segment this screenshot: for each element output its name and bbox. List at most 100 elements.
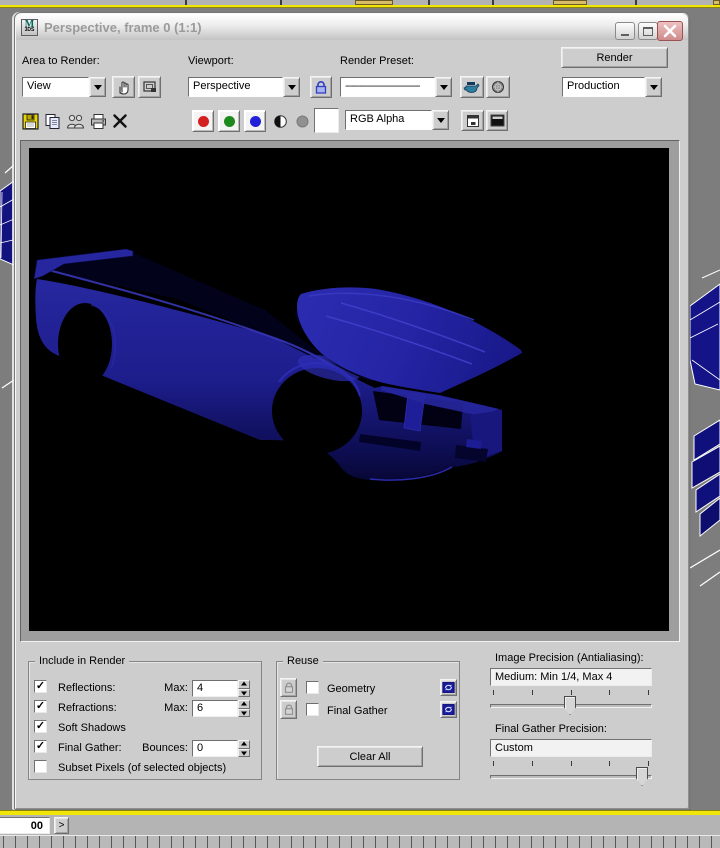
blue-channel-button[interactable] <box>244 110 266 132</box>
reflections-checkbox[interactable]: ✓ <box>34 680 47 693</box>
viewport-select[interactable]: Perspective <box>188 77 300 97</box>
yellow-divider-top <box>0 5 720 8</box>
refractions-label: Refractions: <box>58 702 117 714</box>
screen-icon <box>490 114 504 127</box>
dropdown-arrow-icon[interactable] <box>89 77 106 97</box>
final-gather-bounces-label: Bounces: <box>142 742 188 754</box>
padlock-gray-icon <box>284 704 293 715</box>
time-slider-strip <box>0 815 720 835</box>
print-image-button[interactable] <box>88 111 108 131</box>
refractions-max-label: Max: <box>164 702 188 714</box>
maximize-button[interactable] <box>638 22 658 40</box>
render-mode-value: Production <box>562 77 645 97</box>
3ds-max-icon-3ds: 3DS <box>24 26 35 33</box>
window-titlebar[interactable]: M 3DS Perspective, frame 0 (1:1) <box>16 14 688 40</box>
dropdown-arrow-icon[interactable] <box>283 77 300 97</box>
dropdown-arrow-icon[interactable] <box>432 110 449 130</box>
toggle-ui-overlays-button[interactable] <box>461 110 484 131</box>
red-channel-icon <box>197 115 209 127</box>
edit-region-button[interactable] <box>138 76 161 98</box>
environment-dialog-button[interactable] <box>486 76 510 98</box>
monochrome-channel-button[interactable] <box>271 112 289 130</box>
close-icon <box>663 24 677 38</box>
floppy-disk-icon <box>21 112 39 130</box>
window-overlay-icon <box>466 114 479 127</box>
geometry-lock-button[interactable] <box>280 678 297 697</box>
fg-precision-slider-track[interactable] <box>490 775 652 779</box>
geometry-import-button[interactable] <box>440 679 457 696</box>
fg-precision-readout: Custom <box>490 739 652 757</box>
pan-region-button[interactable] <box>112 76 135 98</box>
red-channel-button[interactable] <box>192 110 214 132</box>
area-to-render-value: View <box>22 77 89 97</box>
maximize-icon <box>643 27 653 36</box>
soft-shadows-checkbox[interactable]: ✓ <box>34 720 47 733</box>
final-gather-bounces-field[interactable]: 0 <box>192 740 238 757</box>
refractions-max-spinner: 6 <box>192 700 250 717</box>
subset-pixels-label: Subset Pixels (of selected objects) <box>58 762 227 774</box>
alpha-channel-button[interactable] <box>293 112 311 130</box>
clone-rfw-button[interactable] <box>64 111 86 131</box>
blue-refresh-folder-icon <box>442 704 455 715</box>
rendered-image[interactable] <box>29 148 669 631</box>
render-preset-value: ---------------------------- <box>340 77 435 97</box>
lock-icon <box>315 81 327 94</box>
final-gather-checkbox[interactable]: ✓ <box>34 740 47 753</box>
next-frame-button[interactable]: > <box>54 817 69 834</box>
refractions-max-field[interactable]: 6 <box>192 700 238 717</box>
frame-number-field[interactable]: 00 <box>0 817 50 834</box>
reuse-final-gather-checkbox[interactable] <box>306 703 319 716</box>
channel-display-select[interactable]: RGB Alpha <box>345 110 449 130</box>
clear-image-button[interactable] <box>110 111 130 131</box>
screenshot-root: M 3DS Perspective, frame 0 (1:1) Area to… <box>0 0 720 848</box>
close-button[interactable] <box>657 21 683 41</box>
background-color-swatch[interactable] <box>314 108 339 133</box>
toggle-ui-button[interactable] <box>486 110 508 131</box>
dropdown-arrow-icon[interactable] <box>435 77 452 97</box>
refractions-checkbox[interactable]: ✓ <box>34 700 47 713</box>
green-channel-icon <box>223 115 235 127</box>
3ds-max-icon: M 3DS <box>21 18 38 36</box>
dropdown-arrow-icon[interactable] <box>645 77 662 97</box>
teapot-icon <box>463 82 480 93</box>
blue-refresh-folder-icon <box>442 682 455 693</box>
render-button[interactable]: Render <box>561 47 668 68</box>
edit-region-icon <box>142 81 156 92</box>
subset-pixels-checkbox[interactable] <box>34 760 47 773</box>
track-bar-ruler[interactable] <box>0 835 720 848</box>
clear-all-button[interactable]: Clear All <box>317 746 423 767</box>
copy-image-button[interactable] <box>42 111 62 131</box>
soft-shadows-label: Soft Shadows <box>58 722 126 734</box>
render-setup-button[interactable] <box>460 76 484 98</box>
spin-down-icon[interactable] <box>238 708 250 717</box>
rendered-car-image <box>33 248 522 481</box>
gray-dot-icon <box>296 115 308 127</box>
reuse-group-title: Reuse <box>283 655 323 667</box>
viewport-wireframe-left <box>0 164 14 389</box>
padlock-gray-icon <box>284 682 293 693</box>
save-image-button[interactable] <box>20 111 40 131</box>
blue-channel-icon <box>249 115 261 127</box>
reflections-max-field[interactable]: 4 <box>192 680 238 697</box>
green-channel-button[interactable] <box>218 110 240 132</box>
reuse-final-gather-label: Final Gather <box>327 705 388 717</box>
render-mode-select[interactable]: Production <box>562 77 662 97</box>
viewport-value: Perspective <box>188 77 283 97</box>
reuse-geometry-checkbox[interactable] <box>306 681 319 694</box>
spin-up-icon[interactable] <box>238 680 250 689</box>
delete-x-icon <box>113 114 127 128</box>
window-title: Perspective, frame 0 (1:1) <box>44 19 202 35</box>
minimize-button[interactable] <box>615 22 635 40</box>
final-gather-import-button[interactable] <box>440 701 457 718</box>
viewport-lock-button[interactable] <box>310 76 332 98</box>
printer-icon <box>90 113 106 129</box>
final-gather-lock-button[interactable] <box>280 700 297 719</box>
viewport-label: Viewport: <box>188 55 234 67</box>
area-to-render-select[interactable]: View <box>22 77 106 97</box>
spin-up-icon[interactable] <box>238 740 250 749</box>
render-preset-select[interactable]: ---------------------------- <box>340 77 452 97</box>
spin-up-icon[interactable] <box>238 700 250 709</box>
spin-down-icon[interactable] <box>238 748 250 757</box>
spin-down-icon[interactable] <box>238 688 250 697</box>
viewport-wireframe-right <box>690 269 720 587</box>
